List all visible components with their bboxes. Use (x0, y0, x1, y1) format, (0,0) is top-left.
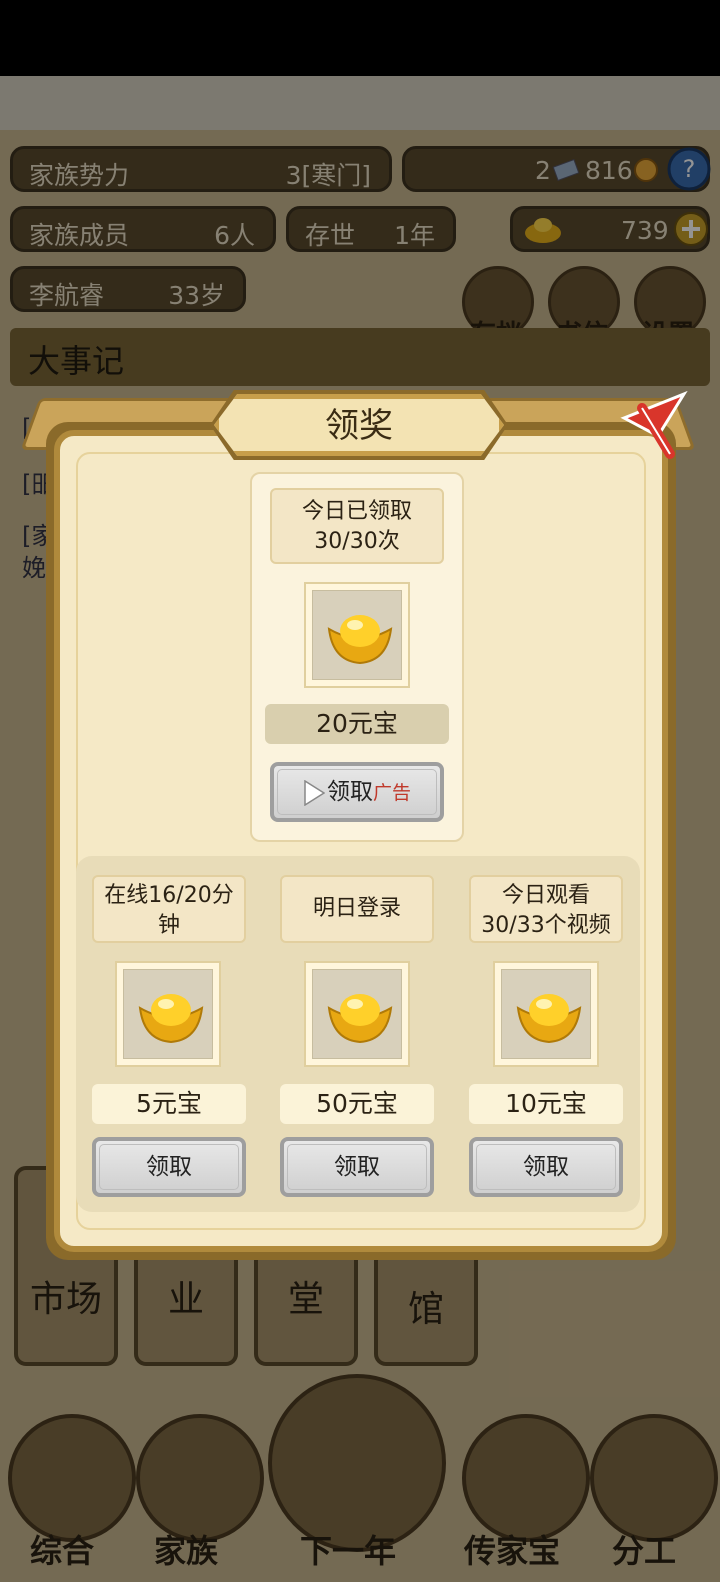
members-pill: 家族成员 6人 (10, 206, 276, 252)
claim-login-button[interactable]: 领取 (280, 1137, 434, 1197)
main-reward-status-text: 今日已领取 (301, 499, 412, 524)
play-icon (304, 779, 326, 806)
reward-condition-text: 明日登录 (312, 896, 401, 921)
reward-amount: 50元宝 (280, 1084, 434, 1124)
currency-pill: 2 816 ? (402, 146, 711, 192)
nav-division-label: 分工 (612, 1532, 677, 1570)
reward-item-frame (493, 961, 599, 1067)
family-power-pill: 家族势力 3[寒门] (10, 146, 392, 192)
reward-condition-login: 明日登录 (280, 875, 434, 943)
nav-heirloom-button[interactable] (462, 1414, 590, 1542)
ingot-value: 739 (621, 216, 669, 245)
book-icon (552, 159, 580, 181)
coin-icon (634, 158, 658, 182)
events-title: 大事记 (28, 342, 125, 380)
claim-online-button[interactable]: 领取 (92, 1137, 246, 1197)
claim-videos-button[interactable]: 领取 (469, 1137, 623, 1197)
nav-division-button[interactable] (590, 1414, 718, 1542)
character-name: 李航睿 (29, 281, 105, 310)
log-line: 娩 (22, 554, 46, 582)
ad-label: 广告 (372, 782, 411, 804)
reward-condition-videos: 今日观看30/33个视频 (469, 875, 623, 943)
main-reward-count: 30/30次 (314, 529, 400, 554)
claim-button-content: 领取广告 (303, 779, 411, 806)
plus-icon[interactable] (673, 211, 709, 247)
gold-ingot-icon (327, 615, 393, 665)
item-slot (123, 969, 213, 1059)
claim-label: 领取 (146, 1154, 192, 1180)
claim-label: 领取 (334, 1154, 380, 1180)
nav-family-label: 家族 (154, 1532, 219, 1570)
item-slot (312, 590, 402, 680)
claim-label: 领取 (523, 1154, 569, 1180)
existed-label: 存世 (305, 221, 356, 250)
main-reward-amount: 20元宝 (265, 704, 449, 744)
nav-general-button[interactable] (8, 1414, 136, 1542)
currency-value-a: 2 (535, 156, 551, 185)
gold-ingot-icon (327, 994, 393, 1044)
reward-condition-online: 在线16/20分钟 (92, 875, 246, 943)
main-reward-claim-button[interactable]: 领取广告 (270, 762, 444, 822)
svg-text:?: ? (683, 155, 696, 183)
card-label: 市场 (29, 1279, 102, 1320)
currency-value-b: 816 (585, 156, 633, 185)
reward-condition-text: 在线16/20分钟 (104, 883, 234, 938)
ingot-pill: 739 (510, 206, 710, 252)
reward-item-frame (115, 961, 221, 1067)
family-power-label: 家族势力 (29, 161, 130, 190)
item-slot (312, 969, 402, 1059)
nav-general-label: 综合 (30, 1532, 95, 1570)
help-icon[interactable]: ? (667, 147, 711, 191)
item-slot (501, 969, 591, 1059)
reward-amount: 10元宝 (469, 1084, 623, 1124)
main-reward-item-frame (304, 582, 410, 688)
character-pill[interactable]: 李航睿 33岁 (10, 266, 246, 312)
main-reward-status: 今日已领取 30/30次 (270, 488, 444, 564)
nav-next-year-label: 下一年 (300, 1532, 397, 1570)
modal-title: 领奖 (325, 406, 393, 446)
card-label: 业 (167, 1279, 204, 1320)
existed-value: 1年 (394, 221, 435, 250)
card-label: 堂 (287, 1279, 324, 1320)
members-value: 6人 (214, 221, 255, 250)
close-icon[interactable] (614, 388, 688, 462)
family-power-value: 3[寒门] (285, 161, 371, 190)
existed-pill: 存世 1年 (286, 206, 456, 252)
nav-heirloom-label: 传家宝 (464, 1532, 561, 1570)
top-bar (0, 76, 720, 130)
status-bar (0, 0, 720, 76)
gold-ingot-icon (516, 994, 582, 1044)
gold-ingot-icon (525, 218, 561, 243)
nav-family-button[interactable] (136, 1414, 264, 1542)
reward-condition-text: 今日观看30/33个视频 (481, 883, 611, 938)
claim-label: 领取 (326, 779, 373, 805)
members-label: 家族成员 (29, 221, 130, 250)
gold-ingot-icon (138, 994, 204, 1044)
reward-item-frame (304, 961, 410, 1067)
reward-amount: 5元宝 (92, 1084, 246, 1124)
character-age: 33岁 (168, 281, 225, 310)
events-bar: 大事记 (10, 328, 710, 386)
card-label: 馆 (407, 1289, 444, 1330)
